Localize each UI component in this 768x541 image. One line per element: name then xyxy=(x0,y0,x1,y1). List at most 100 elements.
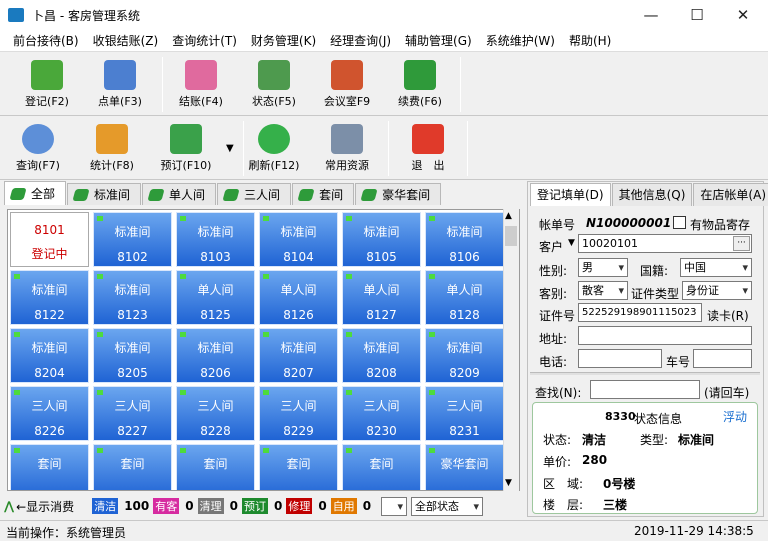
renew-button[interactable]: 续费(F6) xyxy=(384,57,456,113)
menu-finance[interactable]: 财务管理(K) xyxy=(244,32,323,49)
exit-button[interactable]: 退 出 xyxy=(392,121,464,177)
plate-input[interactable] xyxy=(693,349,752,368)
room-status-flag-icon xyxy=(263,390,269,395)
reserve-dropdown-arrow[interactable]: ▼ xyxy=(226,143,234,154)
reserve-button[interactable]: 预订(F10) xyxy=(150,121,222,177)
room-type-label: 三人间 xyxy=(363,399,400,413)
room-tile[interactable]: 标准间 8208 xyxy=(342,328,421,383)
id-type-select[interactable]: 身份证 xyxy=(682,281,752,300)
room-tile[interactable]: 单人间 8128 xyxy=(425,270,504,325)
room-tile[interactable]: 标准间 8102 xyxy=(93,212,172,267)
tab-in-house-bill[interactable]: 在店帐单(A) xyxy=(693,183,768,206)
minimize-button[interactable]: — xyxy=(628,0,674,30)
tab-deluxe-suite[interactable]: 豪华套间 xyxy=(355,183,442,205)
right-panel-tabs: 登记填单(D) 其他信息(Q) 在店帐单(A) xyxy=(530,183,768,206)
customer-input[interactable]: 10020101 xyxy=(578,234,752,253)
info-type-label: 类型: xyxy=(640,433,669,447)
legend-dropdown[interactable] xyxy=(381,496,408,516)
address-input[interactable] xyxy=(578,326,752,345)
menu-help[interactable]: 帮助(H) xyxy=(562,32,618,49)
room-tile[interactable]: 标准间 8207 xyxy=(259,328,338,383)
tab-triple[interactable]: 三人间 xyxy=(217,183,292,205)
room-status-flag-icon xyxy=(346,332,352,337)
room-tile[interactable]: 豪华套间 xyxy=(425,444,504,490)
checkin-button[interactable]: 登记(F2) xyxy=(11,57,83,113)
room-status-flag-icon xyxy=(97,216,103,221)
refresh-button[interactable]: 刷新(F12) xyxy=(238,121,310,177)
nationality-select[interactable]: 中国 xyxy=(680,258,752,277)
menu-query[interactable]: 查询统计(T) xyxy=(165,32,244,49)
search-button[interactable]: 查询(F7) xyxy=(2,121,74,177)
room-tile[interactable]: 套间 xyxy=(259,444,338,490)
room-tile[interactable]: 套间 xyxy=(342,444,421,490)
deposit-checkbox[interactable] xyxy=(673,216,686,229)
room-tile[interactable]: 8101 登记中 xyxy=(10,212,89,267)
info-type-value: 标准间 xyxy=(678,433,715,447)
tab-other-info[interactable]: 其他信息(Q) xyxy=(611,183,693,206)
tab-suite[interactable]: 套间 xyxy=(292,183,355,205)
room-tile[interactable]: 三人间 8228 xyxy=(176,386,255,441)
toolbar-primary: 登记(F2) 点单(F3) 结账(F4) 状态(F5) 会议室F9 续费(F6) xyxy=(0,53,768,116)
room-type-label: 标准间 xyxy=(31,341,68,355)
read-card-button[interactable]: 读卡(R) xyxy=(707,307,749,324)
id-number-input[interactable]: 522529198901115023 xyxy=(578,303,702,322)
menu-front-desk[interactable]: 前台接待(B) xyxy=(6,32,86,49)
room-tile[interactable]: 三人间 8226 xyxy=(10,386,89,441)
room-tile[interactable]: 标准间 8106 xyxy=(425,212,504,267)
room-tile[interactable]: 标准间 8104 xyxy=(259,212,338,267)
menu-system[interactable]: 系统维护(W) xyxy=(479,32,562,49)
menu-cashier[interactable]: 收银结账(Z) xyxy=(86,32,166,49)
room-tile[interactable]: 三人间 8231 xyxy=(425,386,504,441)
phone-input[interactable] xyxy=(578,349,662,368)
customer-dropdown-arrow[interactable]: ▼ xyxy=(568,238,575,248)
checkout-button[interactable]: 结账(F4) xyxy=(165,57,237,113)
room-tile[interactable]: 标准间 8206 xyxy=(176,328,255,383)
maximize-button[interactable]: ☐ xyxy=(674,0,720,30)
tab-standard[interactable]: 标准间 xyxy=(67,183,142,205)
room-type-label: 豪华套间 xyxy=(440,457,489,471)
float-toggle[interactable]: 浮动 xyxy=(723,408,747,425)
search-input[interactable] xyxy=(590,380,700,399)
status-filter-select[interactable]: 全部状态 xyxy=(411,496,484,516)
close-button[interactable]: ✕ xyxy=(720,0,766,30)
room-tile[interactable]: 单人间 8126 xyxy=(259,270,338,325)
scrollbar-thumb[interactable] xyxy=(505,226,517,246)
room-tile[interactable]: 三人间 8229 xyxy=(259,386,338,441)
room-status-flag-icon xyxy=(180,274,186,279)
scroll-down-arrow[interactable]: ▼ xyxy=(505,478,512,488)
room-type-label: 单人间 xyxy=(446,283,483,297)
room-tile[interactable]: 套间 xyxy=(93,444,172,490)
tab-all[interactable]: 全部 xyxy=(4,181,67,205)
room-tile[interactable]: 三人间 8227 xyxy=(93,386,172,441)
scroll-up-arrow[interactable]: ▲ xyxy=(505,211,512,221)
meeting-room-button[interactable]: 会议室F9 xyxy=(311,57,383,113)
customer-browse-button[interactable]: ··· xyxy=(733,236,750,251)
room-number-label: 8122 xyxy=(34,308,65,322)
tab-checkin-form[interactable]: 登记填单(D) xyxy=(530,183,611,206)
room-tile[interactable]: 三人间 8230 xyxy=(342,386,421,441)
room-tile[interactable]: 标准间 8204 xyxy=(10,328,89,383)
room-tile[interactable]: 标准间 8209 xyxy=(425,328,504,383)
room-tile[interactable]: 标准间 8123 xyxy=(93,270,172,325)
room-tile[interactable]: 单人间 8127 xyxy=(342,270,421,325)
resources-button[interactable]: 常用资源 xyxy=(311,121,383,177)
room-tile[interactable]: 单人间 8125 xyxy=(176,270,255,325)
room-tile[interactable]: 套间 xyxy=(176,444,255,490)
room-tile[interactable]: 标准间 8122 xyxy=(10,270,89,325)
room-tile[interactable]: 标准间 8205 xyxy=(93,328,172,383)
menu-manager[interactable]: 经理查询(J) xyxy=(323,32,398,49)
room-grid-scrollbar[interactable] xyxy=(503,209,519,491)
menu-assist[interactable]: 辅助管理(G) xyxy=(398,32,479,49)
room-tile[interactable]: 标准间 8103 xyxy=(176,212,255,267)
legend-badge: 清理 xyxy=(197,498,224,514)
room-tile[interactable]: 标准间 8105 xyxy=(342,212,421,267)
room-tile[interactable]: 套间 xyxy=(10,444,89,490)
guest-type-select[interactable]: 散客 xyxy=(578,281,628,300)
status-button[interactable]: 状态(F5) xyxy=(238,57,310,113)
tab-single[interactable]: 单人间 xyxy=(142,183,217,205)
show-consume-button[interactable]: ←显示消费 xyxy=(16,498,74,515)
gender-select[interactable]: 男 xyxy=(578,258,628,277)
stats-button[interactable]: 统计(F8) xyxy=(76,121,148,177)
reserve-icon xyxy=(170,124,202,154)
order-button[interactable]: 点单(F3) xyxy=(84,57,156,113)
